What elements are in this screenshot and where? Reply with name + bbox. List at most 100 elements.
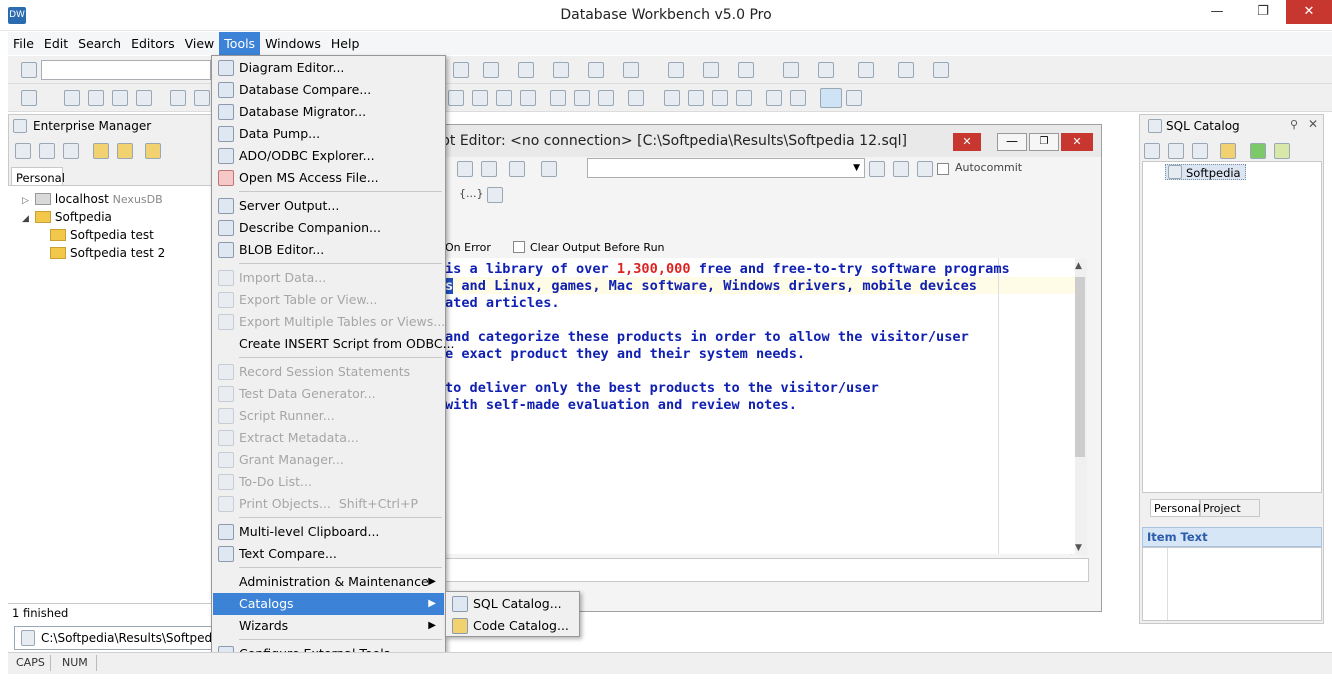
menu-item-database-migrator[interactable]: Database Migrator... (213, 101, 444, 123)
clear-output-checkbox[interactable] (513, 241, 525, 253)
toolbar-icon[interactable] (509, 161, 525, 177)
connection-combo[interactable] (41, 60, 211, 80)
toolbar-icon[interactable] (664, 90, 680, 106)
menu-item-wizards[interactable]: Wizards ▶ (213, 615, 444, 637)
toolbar-icon[interactable] (628, 90, 644, 106)
menu-windows[interactable]: Windows (260, 32, 326, 55)
toolbar-icon[interactable] (520, 90, 536, 106)
toolbar-icon[interactable] (496, 90, 512, 106)
pin-icon[interactable]: ⚲ (1290, 118, 1298, 131)
tree-item-softpedia[interactable]: ◢ Softpedia (22, 210, 112, 224)
toolbar-icon[interactable] (472, 90, 488, 106)
delete-catalog-icon[interactable] (1192, 143, 1208, 159)
toolbar-icon[interactable] (846, 90, 862, 106)
cut-icon[interactable] (64, 90, 80, 106)
folder-delete-icon[interactable] (117, 143, 133, 159)
menu-item-database-compare[interactable]: Database Compare... (213, 79, 444, 101)
copy-icon[interactable] (39, 143, 55, 159)
toolbar-icon[interactable] (623, 62, 639, 78)
print-icon[interactable] (487, 187, 503, 203)
menu-item-create-insert-script[interactable]: Create INSERT Script from ODBC... (213, 333, 455, 355)
item-text-box[interactable] (1142, 547, 1322, 621)
menu-item-sql-catalog[interactable]: SQL Catalog... (447, 593, 578, 615)
paste-icon[interactable] (112, 90, 128, 106)
edit-icon[interactable] (136, 90, 152, 106)
menu-item-text-compare[interactable]: Text Compare... (213, 543, 444, 565)
toolbar-icon[interactable] (736, 90, 752, 106)
menu-item-blob-editor[interactable]: BLOB Editor... (213, 239, 444, 261)
menu-item-todo-list[interactable]: To-Do List... (213, 471, 444, 493)
panel-close-icon[interactable]: ✕ (1308, 117, 1318, 131)
toolbar-icon[interactable] (598, 90, 614, 106)
autocommit-checkbox[interactable] (937, 163, 949, 175)
copy-icon[interactable] (88, 90, 104, 106)
menu-item-print-objects[interactable]: Print Objects... Shift+Ctrl+P (213, 493, 444, 515)
menu-item-data-pump[interactable]: Data Pump... (213, 123, 444, 145)
menu-item-describe-companion[interactable]: Describe Companion... (213, 217, 444, 239)
new-catalog-icon[interactable] (1144, 143, 1160, 159)
tab-personal[interactable]: Personal (11, 167, 65, 187)
tree-item-localhost[interactable]: ▷ localhost NexusDB (22, 192, 163, 206)
toolbar-icon[interactable] (574, 90, 590, 106)
menu-item-administration[interactable]: Administration & Maintenance ▶ (213, 571, 444, 593)
toolbar-icon[interactable] (194, 90, 210, 106)
folder-add-icon[interactable] (93, 143, 109, 159)
toolbar-icon[interactable] (448, 90, 464, 106)
edit-catalog-icon[interactable] (1168, 143, 1184, 159)
menu-item-server-output[interactable]: Server Output... (213, 195, 444, 217)
toolbar-icon[interactable] (766, 90, 782, 106)
toolbar-icon[interactable] (790, 90, 806, 106)
menu-editors[interactable]: Editors (126, 32, 180, 55)
editor-close-button[interactable]: ✕ (1061, 133, 1093, 151)
save-icon[interactable] (541, 161, 557, 177)
menu-file[interactable]: File (8, 32, 39, 55)
toolbar-icon[interactable] (483, 62, 499, 78)
menu-item-export-multiple[interactable]: Export Multiple Tables or Views... (213, 311, 445, 333)
tab-project[interactable]: Project (1200, 499, 1260, 517)
menu-item-multilevel-clipboard[interactable]: Multi-level Clipboard... (213, 521, 444, 543)
menu-item-extract-metadata[interactable]: Extract Metadata... (213, 427, 444, 449)
connection-icon[interactable] (21, 62, 37, 78)
menu-item-test-data-generator[interactable]: Test Data Generator... (213, 383, 444, 405)
toolbar-icon[interactable] (550, 90, 566, 106)
connection-select[interactable]: ▼ (587, 158, 865, 178)
menu-edit[interactable]: Edit (39, 32, 73, 55)
toolbar-icon[interactable] (668, 62, 684, 78)
toolbar-icon[interactable] (933, 62, 949, 78)
braces-icon[interactable]: {...} (459, 187, 484, 200)
editor-minimize-button[interactable]: — (997, 133, 1027, 151)
toolbar-icon[interactable] (917, 161, 933, 177)
toolbar-icon[interactable] (893, 161, 909, 177)
maximize-button[interactable]: ❐ (1240, 0, 1286, 24)
menu-search[interactable]: Search (73, 32, 126, 55)
editor-close-x[interactable]: ✕ (953, 133, 981, 151)
menu-tools[interactable]: Tools (219, 32, 261, 55)
toolbar-icon[interactable] (518, 62, 534, 78)
menu-item-grant-manager[interactable]: Grant Manager... (213, 449, 444, 471)
menu-item-export-table[interactable]: Export Table or View... (213, 289, 444, 311)
sql-catalog-toggle-icon[interactable] (820, 88, 842, 108)
toolbar-icon[interactable] (453, 62, 469, 78)
menu-item-diagram-editor[interactable]: Diagram Editor... (213, 57, 444, 79)
run-icon[interactable] (1250, 143, 1266, 159)
toolbar-icon[interactable] (703, 62, 719, 78)
document-tab[interactable]: C:\Softpedia\Results\Softpedia 1 (14, 626, 214, 650)
user-icon[interactable] (818, 62, 834, 78)
run-step-icon[interactable] (1274, 143, 1290, 159)
add-icon[interactable] (15, 143, 31, 159)
toolbar-icon[interactable] (858, 62, 874, 78)
menu-item-catalogs[interactable]: Catalogs ▶ (213, 593, 444, 615)
toolbar-icon[interactable] (783, 62, 799, 78)
toolbar-icon[interactable] (457, 161, 473, 177)
catalog-item-softpedia[interactable]: Softpedia (1165, 164, 1246, 180)
toolbar-icon[interactable] (588, 62, 604, 78)
menu-item-script-runner[interactable]: Script Runner... (213, 405, 444, 427)
new-item-icon[interactable] (145, 143, 161, 159)
tab-personal[interactable]: Personal (1150, 499, 1201, 517)
menu-view[interactable]: View (180, 32, 220, 55)
menu-item-record-session[interactable]: Record Session Statements (213, 361, 444, 383)
tree-item-softpedia-test[interactable]: Softpedia test (50, 228, 154, 242)
toolbar-icon[interactable] (170, 90, 186, 106)
toolbar-icon[interactable] (898, 62, 914, 78)
minimize-button[interactable]: — (1194, 0, 1240, 24)
